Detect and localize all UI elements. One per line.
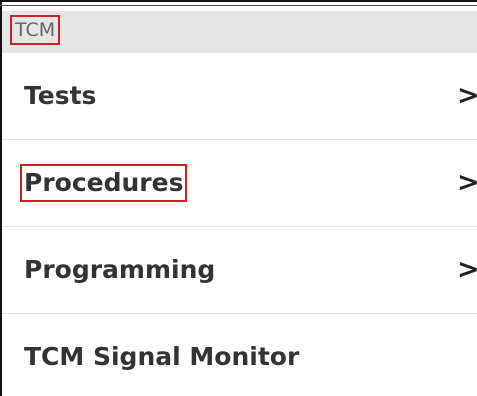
- menu-item-label: Tests: [24, 81, 97, 110]
- chevron-right-icon: >: [457, 254, 477, 285]
- menu-item-tcm-signal-monitor[interactable]: TCM Signal Monitor: [2, 314, 477, 396]
- chevron-right-icon: >: [457, 167, 477, 198]
- menu-list: Tests > Procedures > Programming > TCM S…: [2, 53, 477, 396]
- section-header-title: TCM: [9, 15, 61, 45]
- menu-item-tests[interactable]: Tests >: [2, 53, 477, 140]
- menu-item-label: TCM Signal Monitor: [24, 342, 300, 371]
- chevron-right-icon: >: [457, 80, 477, 111]
- menu-item-label: Programming: [24, 255, 216, 284]
- menu-item-programming[interactable]: Programming >: [2, 227, 477, 314]
- top-divider: [0, 5, 477, 6]
- section-header: TCM: [2, 11, 477, 53]
- menu-item-procedures[interactable]: Procedures >: [2, 140, 477, 227]
- menu-item-label: Procedures: [19, 164, 188, 202]
